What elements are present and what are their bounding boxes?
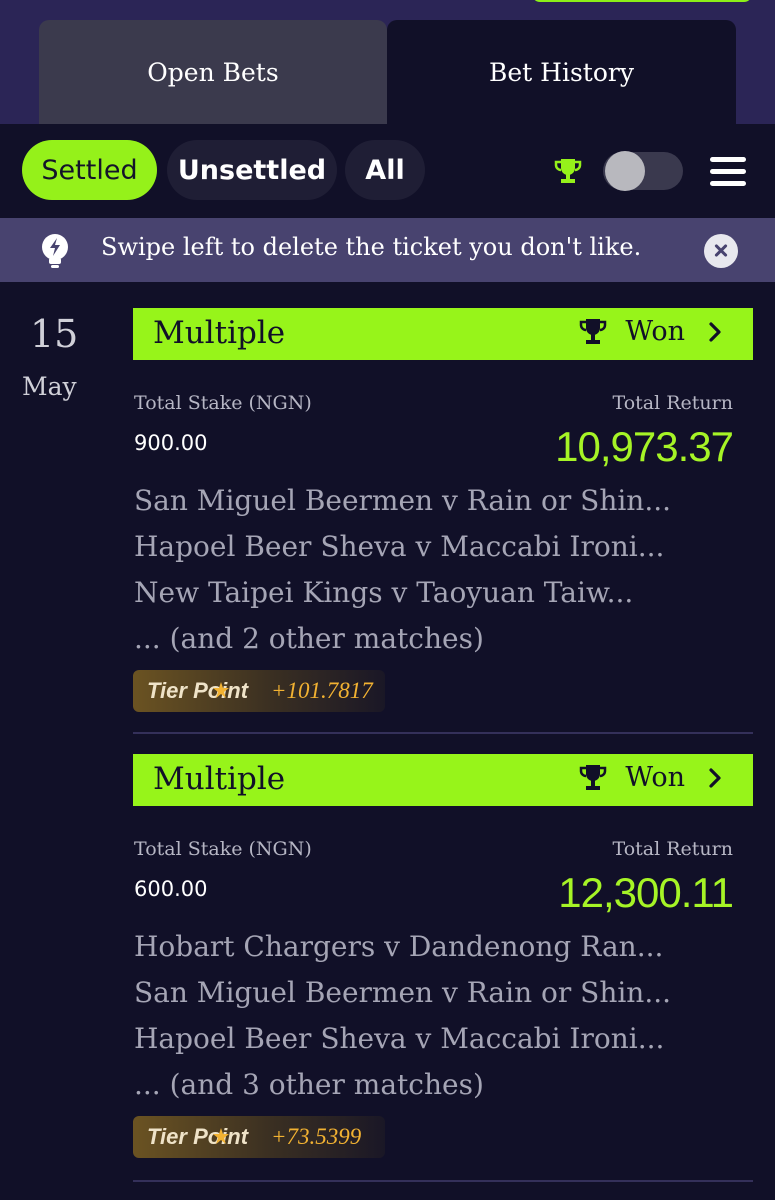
- match-item: Hapoel Beer Sheva v Maccabi Ironi...: [134, 530, 665, 563]
- tier-point-label: Tier Point: [147, 678, 249, 703]
- tier-point-badge: Tier Point +101.7817: [133, 670, 385, 712]
- match-item: San Miguel Beermen v Rain or Shin...: [134, 976, 672, 1009]
- divider: [133, 1180, 753, 1182]
- star-icon: [213, 682, 229, 698]
- bet-status: Won: [625, 316, 685, 347]
- menu-icon[interactable]: [710, 157, 746, 187]
- match-item: Hobart Chargers v Dandenong Ran...: [134, 930, 664, 963]
- filter-settled-chip[interactable]: Settled: [22, 140, 157, 200]
- return-value: 12,300.11: [558, 869, 734, 916]
- trophy-icon: [580, 318, 607, 344]
- date-month: May: [22, 372, 77, 401]
- stake-value: 900.00: [134, 431, 208, 455]
- tier-point-value: +101.7817: [271, 678, 373, 703]
- return-value: 10,973.37: [555, 423, 734, 470]
- won-only-toggle[interactable]: [603, 151, 683, 191]
- top-action-button[interactable]: [532, 0, 752, 2]
- tier-point-value: +73.5399: [271, 1124, 362, 1149]
- bet-type: Multiple: [153, 315, 286, 351]
- date-day: 15: [30, 312, 79, 356]
- tab-bet-history[interactable]: Bet History: [387, 20, 736, 124]
- more-matches: ... (and 3 other matches): [134, 1068, 484, 1101]
- match-item: Hapoel Beer Sheva v Maccabi Ironi...: [134, 1022, 665, 1055]
- return-label: Total Return: [612, 838, 733, 860]
- bet-type: Multiple: [153, 761, 286, 797]
- bet-header[interactable]: Multiple Won: [133, 308, 753, 360]
- trophy-icon[interactable]: [553, 156, 583, 186]
- swipe-notice-text: Swipe left to delete the ticket you don'…: [101, 233, 642, 261]
- close-icon[interactable]: [704, 234, 738, 268]
- chevron-right-icon[interactable]: [707, 321, 723, 343]
- bet-header[interactable]: Multiple Won: [133, 754, 753, 806]
- filter-all-chip[interactable]: All: [345, 140, 425, 200]
- tier-point-badge: Tier Point +73.5399: [133, 1116, 385, 1158]
- tier-point-label: Tier Point: [147, 1124, 249, 1149]
- trophy-icon: [580, 764, 607, 790]
- match-item: New Taipei Kings v Taoyuan Taiw...: [134, 576, 634, 609]
- tab-open-bets[interactable]: Open Bets: [39, 20, 387, 124]
- stake-label: Total Stake (NGN): [134, 392, 312, 414]
- bet-status: Won: [625, 762, 685, 793]
- filter-unsettled-chip[interactable]: Unsettled: [167, 140, 337, 200]
- stake-value: 600.00: [134, 877, 208, 901]
- more-matches: ... (and 2 other matches): [134, 622, 484, 655]
- stake-label: Total Stake (NGN): [134, 838, 312, 860]
- divider: [133, 732, 753, 734]
- star-icon: [213, 1128, 229, 1144]
- lightbulb-icon: [42, 234, 68, 268]
- chevron-right-icon[interactable]: [707, 767, 723, 789]
- toggle-knob: [605, 151, 645, 191]
- return-label: Total Return: [612, 392, 733, 414]
- match-item: San Miguel Beermen v Rain or Shin...: [134, 484, 672, 517]
